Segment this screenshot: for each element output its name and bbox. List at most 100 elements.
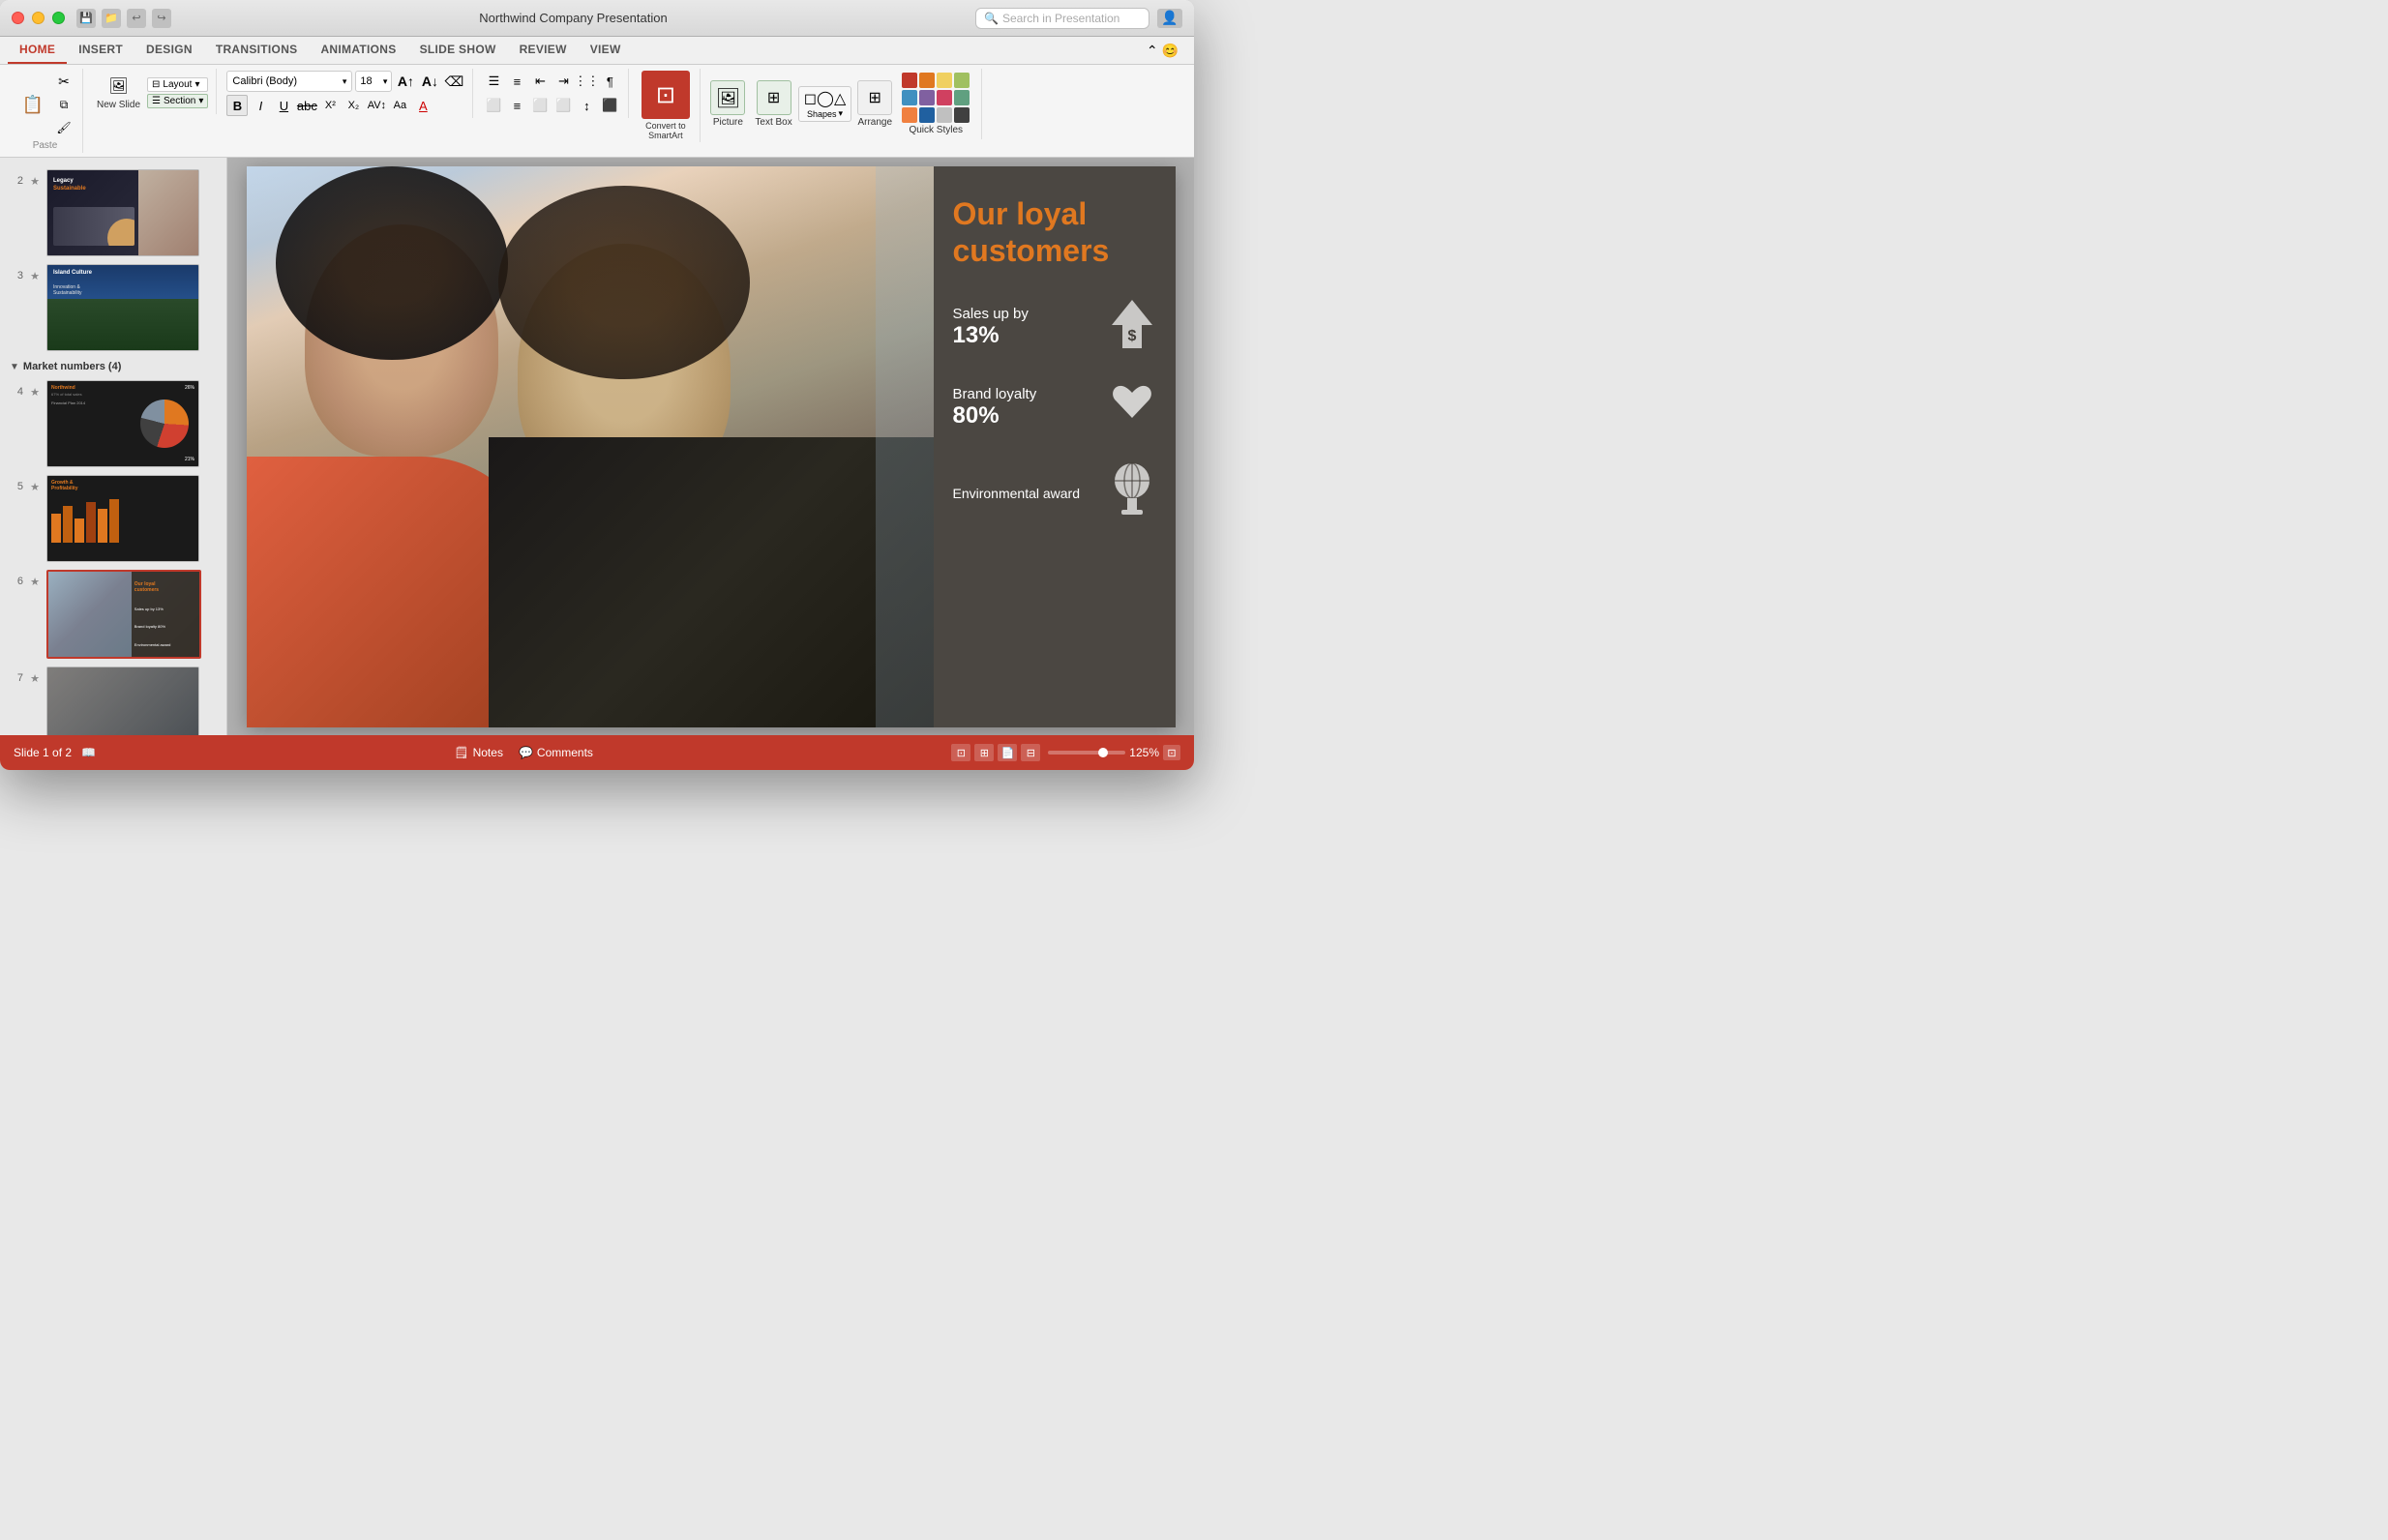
qs-swatch-9[interactable] [902,107,917,123]
increase-indent-btn[interactable]: ⇥ [552,71,574,92]
minimize-button[interactable] [32,12,45,24]
slide-star-icon: ★ [29,576,41,588]
reading-view-btn[interactable]: 📄 [998,744,1017,761]
slide-star-icon: ★ [29,386,41,399]
tab-view[interactable]: VIEW [579,37,633,64]
stat-value-2: 80% [953,402,1037,429]
slide-title: Our loyal customers [953,195,1156,270]
tab-insert[interactable]: INSERT [67,37,134,64]
bold-button[interactable]: B [226,95,248,116]
cut-icon[interactable]: ✂ [53,71,75,92]
subscript-button[interactable]: X₂ [343,95,364,116]
tab-design[interactable]: DESIGN [134,37,204,64]
presenter-view-btn[interactable]: ⊟ [1021,744,1040,761]
clear-format-btn[interactable]: ⌫ [443,71,464,92]
new-slide-button[interactable]: 🖼 New Slide [93,71,144,112]
qs-swatch-11[interactable] [937,107,952,123]
numbering-btn[interactable]: ≡ [506,71,527,92]
collapse-ribbon-btn[interactable]: ⌃ [1147,43,1158,59]
slide-item-3[interactable]: 3 ★ Island Culture Innovation &Sustainab… [0,260,226,355]
textbox-button[interactable]: ⊞ Text Box [755,80,791,128]
align-left-btn[interactable]: ⬜ [483,95,504,116]
font-shrink-btn[interactable]: A↓ [419,71,440,92]
slide-item-2[interactable]: 2 ★ LegacySustainable [0,165,226,260]
layout-chevron-icon: ▾ [194,79,199,90]
save-icon[interactable]: 💾 [76,9,96,28]
section-button[interactable]: ☰ Section ▾ [147,94,208,108]
qs-swatch-8[interactable] [954,90,970,105]
line-spacing-btn[interactable]: ↕ [576,95,597,116]
comments-button[interactable]: 💬 Comments [519,746,593,759]
font-color-btn[interactable]: A [412,95,433,116]
qs-swatch-7[interactable] [937,90,952,105]
zoom-level: 125% [1129,746,1159,759]
stat-text-3: Environmental award [953,486,1081,501]
slide-item-6[interactable]: 6 ★ Our loyalcustomers Sales up by 13% B… [0,566,226,663]
section-icon: ☰ [152,96,161,106]
zoom-thumb[interactable] [1098,748,1108,757]
qs-swatch-2[interactable] [919,73,935,88]
font-size-input[interactable]: 18 ▾ [355,71,392,92]
slide-item-5[interactable]: 5 ★ Growth &Profitability [0,471,226,566]
qs-swatch-12[interactable] [954,107,970,123]
redo-icon[interactable]: ↪ [152,9,171,28]
qs-swatch-10[interactable] [919,107,935,123]
align-right-btn[interactable]: ⬜ [529,95,551,116]
slide-item-7[interactable]: 7 ★ [0,663,226,735]
align-center-btn[interactable]: ≡ [506,95,527,116]
change-case-btn[interactable]: Aa [389,95,410,116]
format-painter-icon[interactable]: 🖌 [53,117,75,138]
convert-to-smartart-btn[interactable]: ⊡ [642,71,690,119]
copy-icon[interactable]: ⧉ [53,94,75,115]
tab-review[interactable]: REVIEW [508,37,579,64]
search-icon: 🔍 [984,12,999,25]
columns-btn[interactable]: ⋮⋮ [576,71,597,92]
tab-animations[interactable]: ANIMATIONS [309,37,407,64]
italic-button[interactable]: I [250,95,271,116]
tab-slideshow[interactable]: SLIDE SHOW [408,37,508,64]
fit-window-btn[interactable]: ⊡ [1163,745,1180,760]
new-slide-icon: 🖼 [105,73,133,100]
user-button[interactable]: 👤 [1157,9,1182,28]
undo-icon[interactable]: ↩ [127,9,146,28]
underline-button[interactable]: U [273,95,294,116]
grid-view-btn[interactable]: ⊞ [974,744,994,761]
tab-transitions[interactable]: TRANSITIONS [204,37,310,64]
search-box[interactable]: 🔍 Search in Presentation [975,8,1149,29]
open-icon[interactable]: 📁 [102,9,121,28]
font-dropdown[interactable]: Calibri (Body) ▾ [226,71,352,92]
qs-swatch-3[interactable] [937,73,952,88]
shapes-button[interactable]: ◻◯△ Shapes ▾ [798,86,852,122]
bullets-btn[interactable]: ☰ [483,71,504,92]
decrease-indent-btn[interactable]: ⇤ [529,71,551,92]
qs-swatch-6[interactable] [919,90,935,105]
new-slide-label: New Slide [97,100,140,110]
font-grow-btn[interactable]: A↑ [395,71,416,92]
layout-button[interactable]: ⊟ Layout ▾ [147,77,208,92]
close-button[interactable] [12,12,24,24]
qs-swatch-1[interactable] [902,73,917,88]
paste-button[interactable]: 📋 [15,89,50,120]
section-header: ▼ Market numbers (4) [0,355,226,376]
arrange-button[interactable]: ⊞ Arrange [857,80,892,128]
superscript-button[interactable]: X² [319,95,341,116]
notes-button[interactable]: 🗒 Notes [454,746,503,759]
normal-view-btn[interactable]: ⊡ [951,744,970,761]
strikethrough-button[interactable]: abc [296,95,317,116]
picture-icon: 🖼 [710,80,745,115]
ribbon-group-slides: 🖼 New Slide ⊟ Layout ▾ ☰ Section ▾ [85,69,217,114]
full-screen-btn[interactable]: 😊 [1162,43,1179,59]
tab-home[interactable]: HOME [8,37,67,64]
zoom-slider[interactable] [1048,751,1125,755]
text-direction-btn[interactable]: ⬛ [599,95,620,116]
qs-swatch-5[interactable] [902,90,917,105]
qs-swatch-4[interactable] [954,73,970,88]
maximize-button[interactable] [52,12,65,24]
char-spacing-btn[interactable]: AV↕ [366,95,387,116]
justify-btn[interactable]: ⬜ [552,95,574,116]
paragraph-btn[interactable]: ¶ [599,71,620,92]
slide-thumb-wrap: Island Culture Innovation &Sustainabilit… [46,264,199,351]
section-collapse-icon[interactable]: ▼ [10,362,19,372]
slide-item-4[interactable]: 4 ★ Northwind 67% of total sales Financi… [0,376,226,471]
picture-button[interactable]: 🖼 Picture [710,80,745,128]
